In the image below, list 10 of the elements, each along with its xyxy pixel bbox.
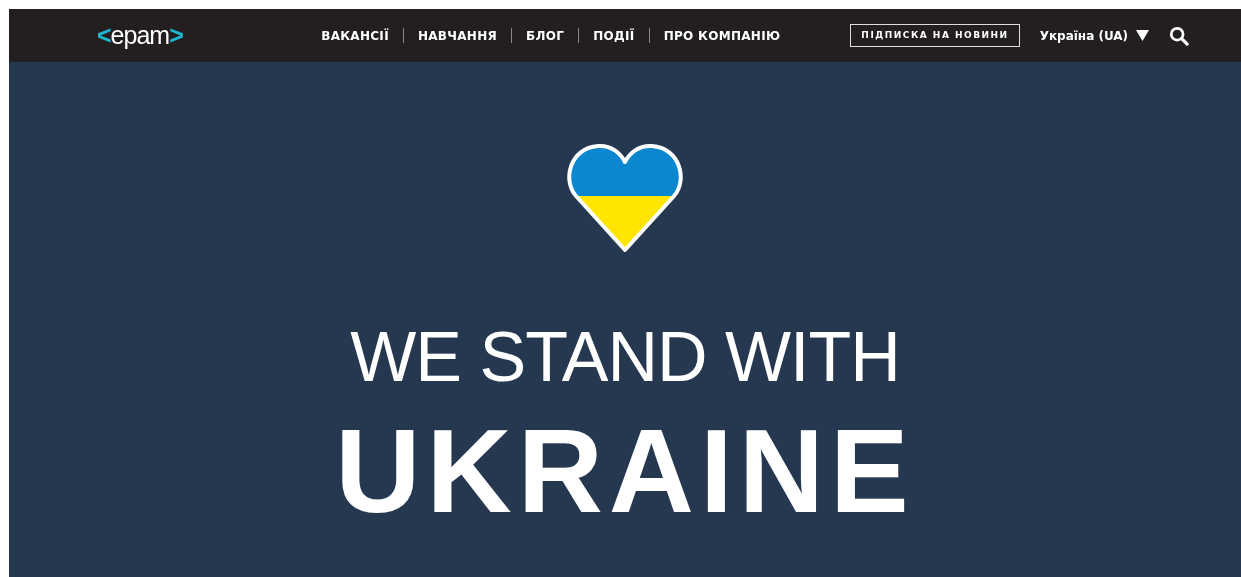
nav-link[interactable]: НАВЧАННЯ [417,26,498,45]
language-selector[interactable]: Україна (UA) [1039,26,1150,45]
logo[interactable]: <epam> [97,23,252,48]
hero-heading: UKRAINE [335,412,915,530]
nav-link[interactable]: ВАКАНСІЇ [321,26,389,45]
subscribe-button[interactable]: ПІДПИСКА НА НОВИНИ [850,23,1020,48]
nav-link[interactable]: ПОДІЇ [593,26,635,45]
nav-link[interactable]: ПРО КОМПАНІЮ [663,26,781,45]
hero-heading: WE STAND WITH [350,322,900,392]
nav-link[interactable]: БЛОГ [526,26,565,45]
